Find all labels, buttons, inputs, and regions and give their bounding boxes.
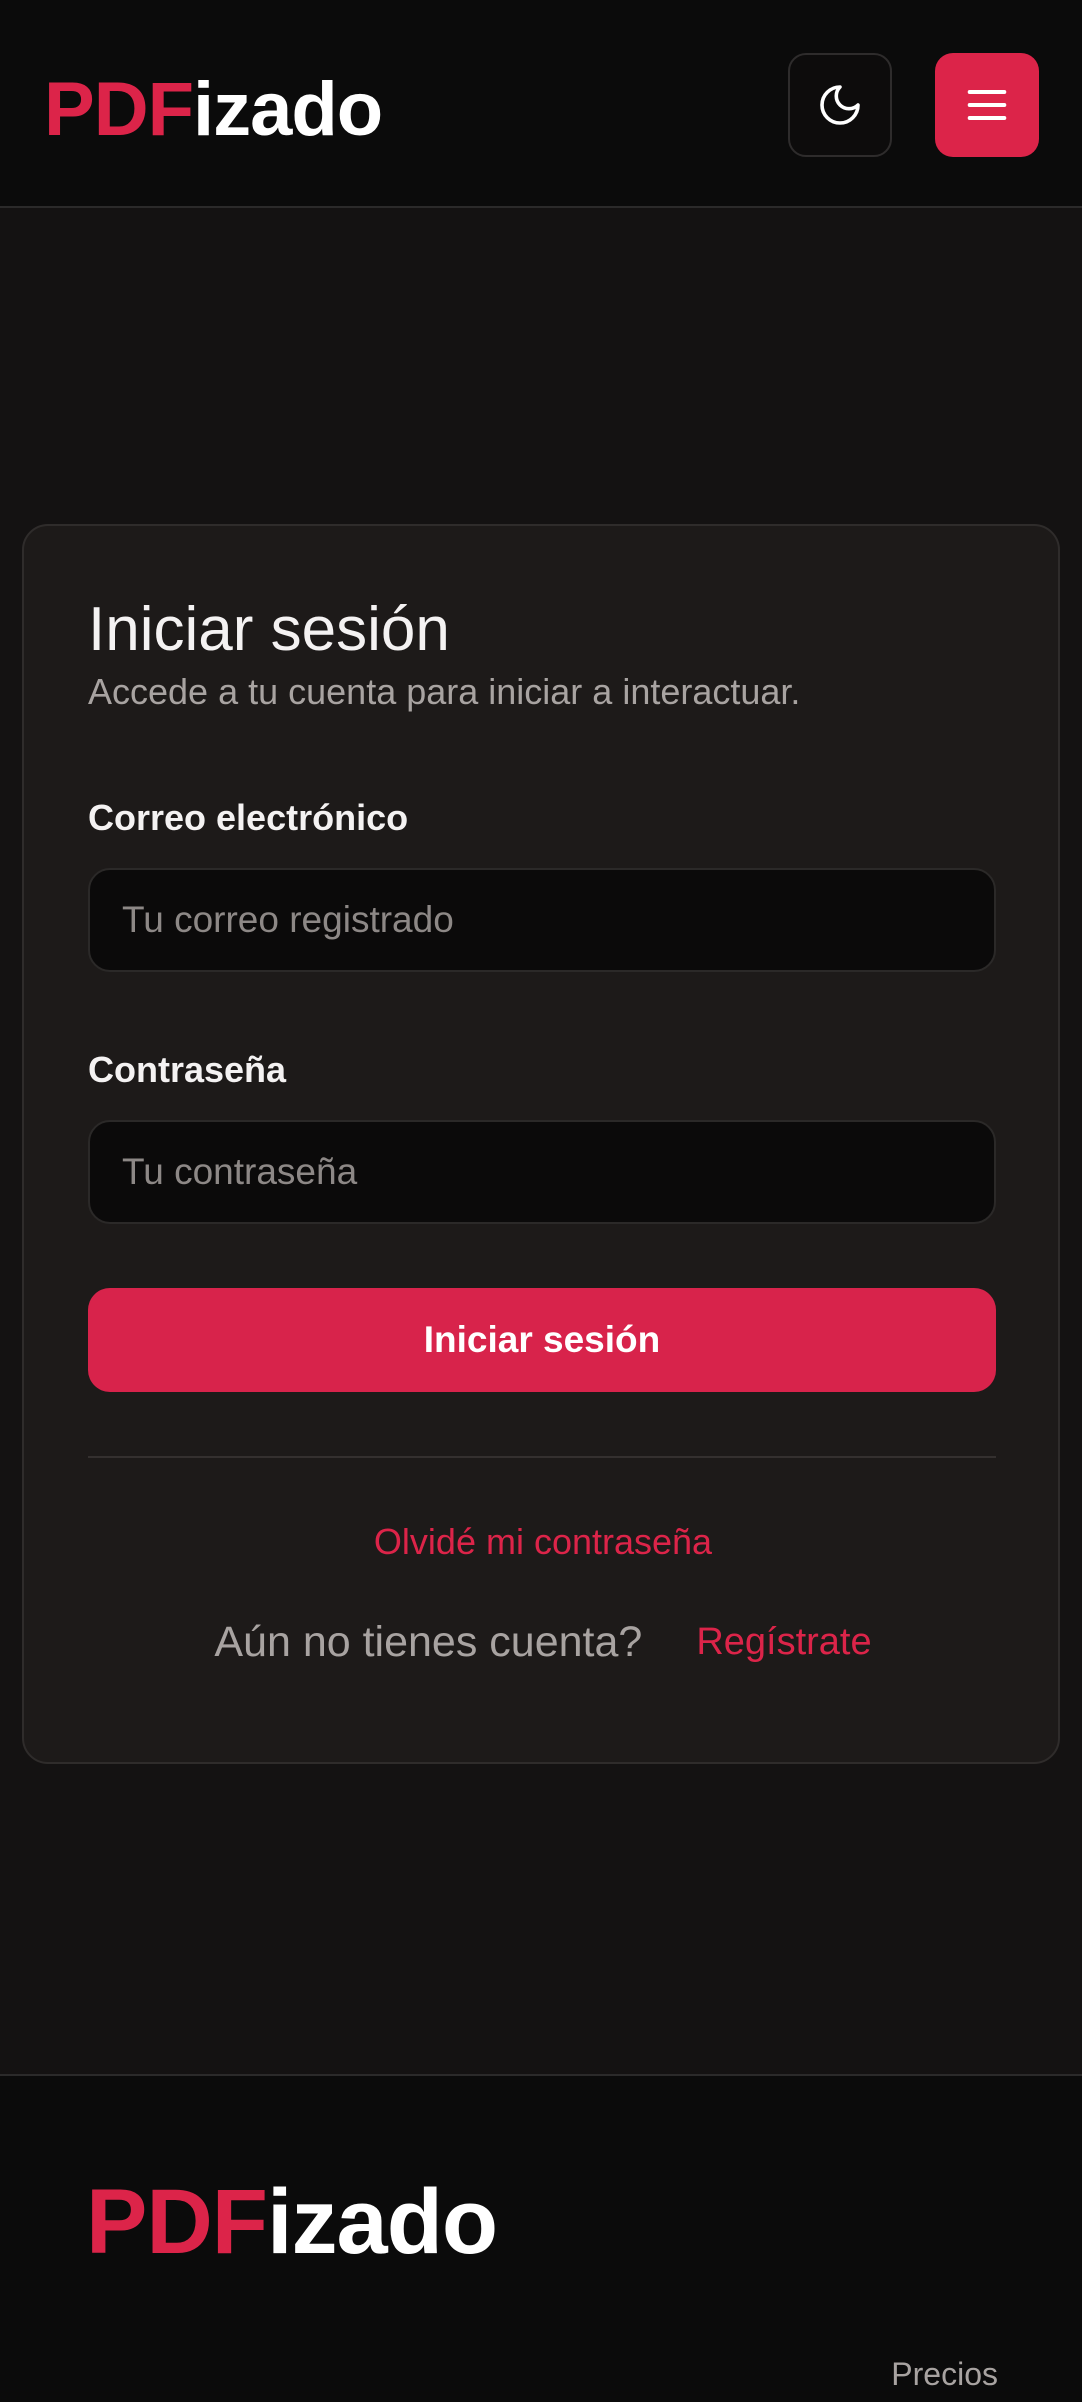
signup-row: Aún no tienes cuenta? Regístrate: [24, 1614, 1062, 1670]
menu-button[interactable]: [935, 53, 1039, 157]
logo-rest: izado: [193, 67, 383, 152]
moon-icon: [820, 85, 860, 125]
email-label: Correo electrónico: [88, 797, 409, 838]
footer-logo-accent: PDF: [86, 2171, 268, 2273]
theme-toggle-button[interactable]: [788, 53, 892, 157]
login-button[interactable]: Iniciar sesión: [88, 1288, 996, 1392]
footer-logo-rest: izado: [267, 2171, 498, 2273]
page-subtitle: Accede a tu cuenta para iniciar a intera…: [88, 671, 801, 712]
site-header: PDFizado: [0, 0, 1082, 208]
logo-accent: PDF: [44, 67, 194, 152]
hamburger-menu-icon: [967, 90, 1007, 120]
login-card: Iniciar sesión Accede a tu cuenta para i…: [22, 524, 1060, 1764]
password-field[interactable]: [88, 1120, 996, 1224]
no-account-text: Aún no tienes cuenta?: [214, 1617, 643, 1666]
divider: [88, 1456, 996, 1458]
password-label: Contraseña: [88, 1049, 287, 1090]
logo[interactable]: PDFizado: [44, 62, 383, 158]
footer-link-precios[interactable]: Precios: [891, 2352, 998, 2396]
site-footer: PDFizado Precios: [0, 2074, 1082, 2402]
email-field[interactable]: [88, 868, 996, 972]
footer-logo[interactable]: PDFizado: [86, 2166, 498, 2278]
register-link[interactable]: Regístrate: [696, 1621, 871, 1664]
forgot-password-link[interactable]: Olvidé mi contraseña: [24, 1518, 1062, 1566]
page-title: Iniciar sesión: [88, 595, 450, 664]
